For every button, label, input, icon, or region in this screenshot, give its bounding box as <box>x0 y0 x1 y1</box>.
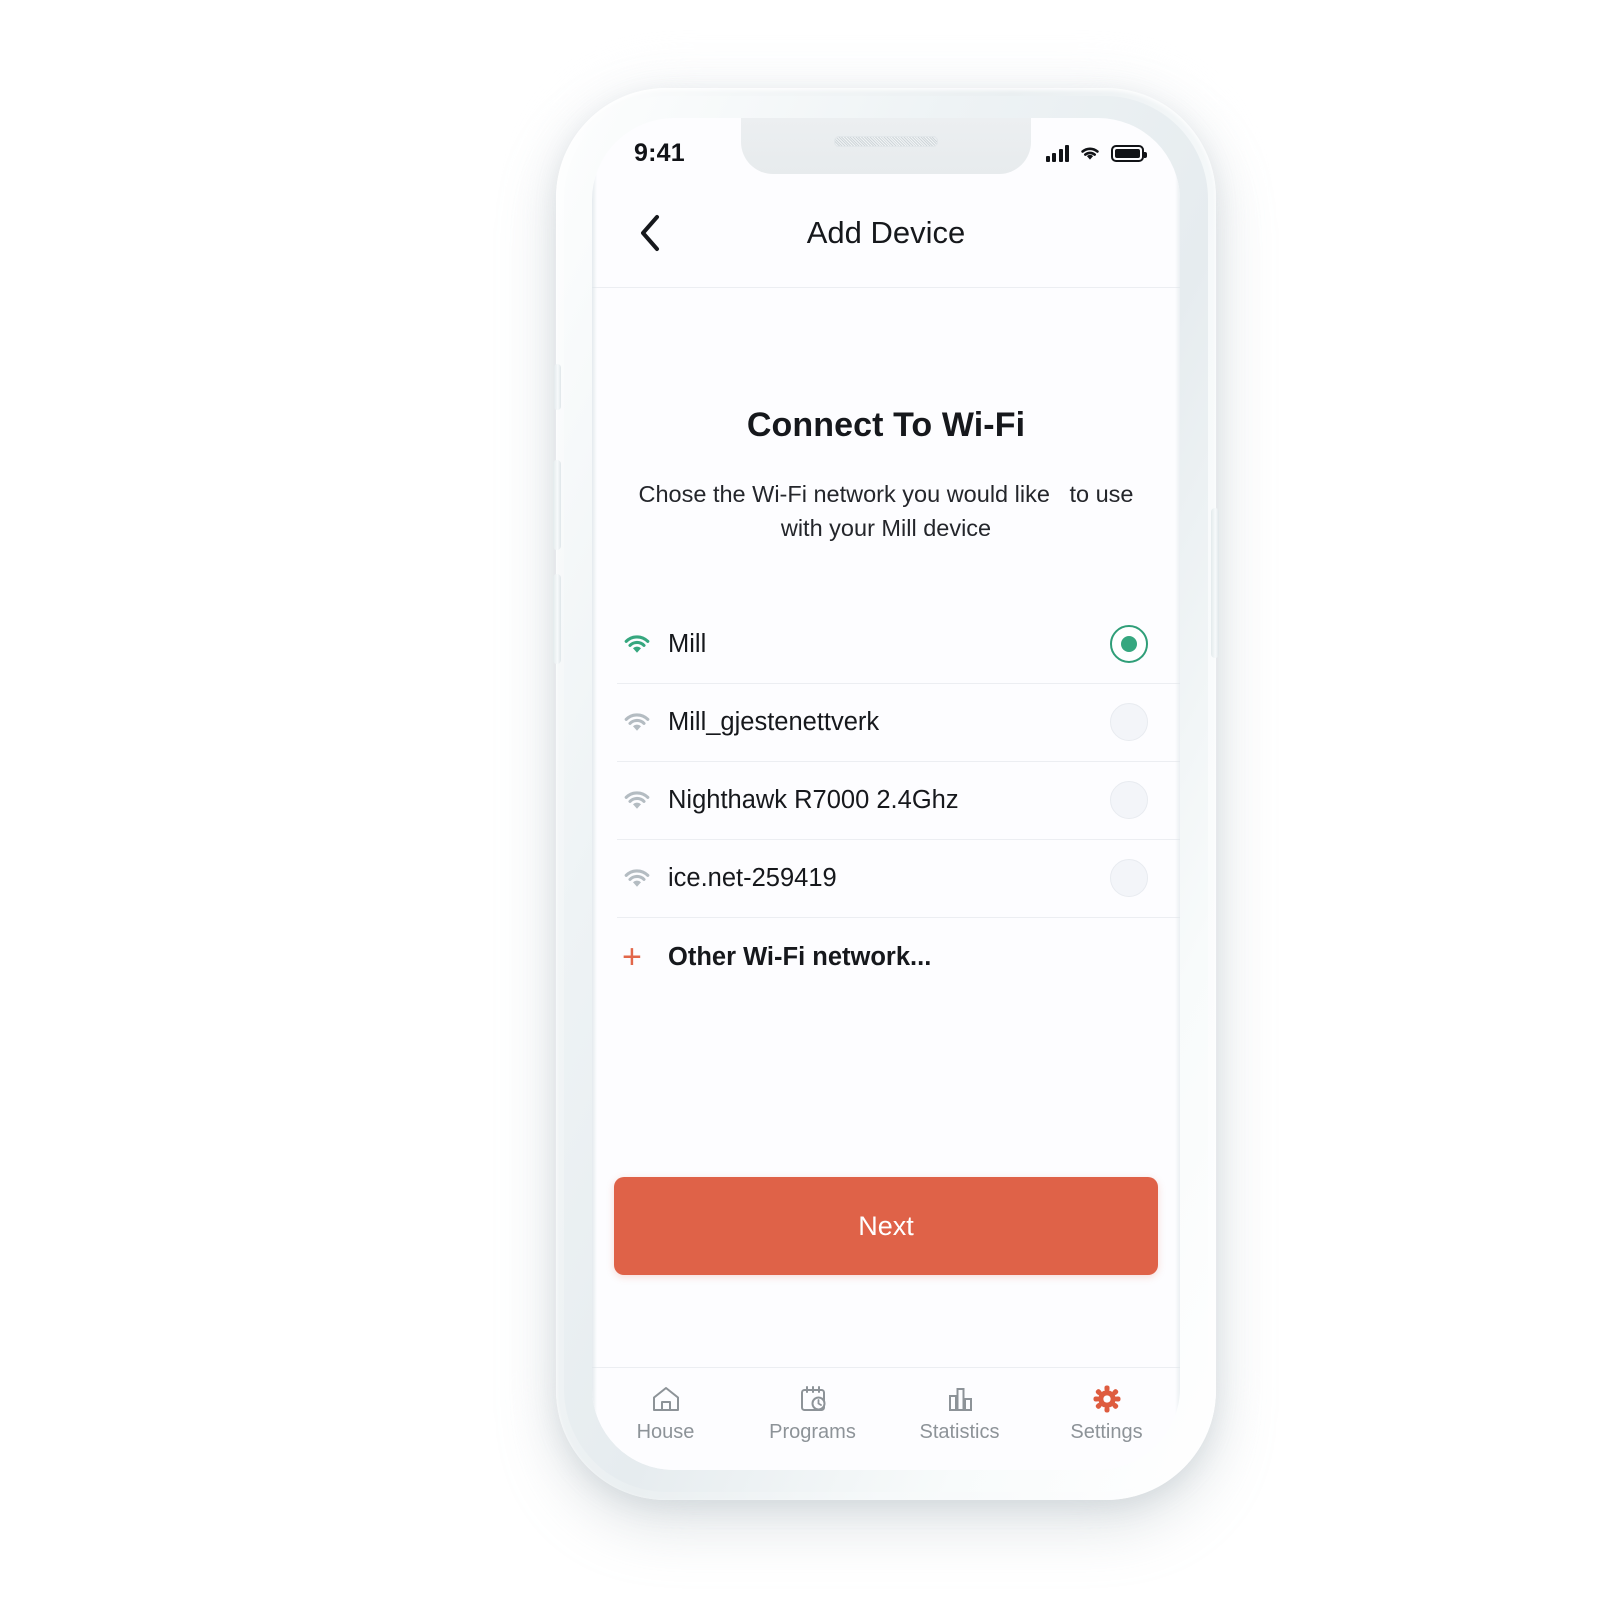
home-icon <box>652 1387 679 1411</box>
connect-subtitle: Chose the Wi-Fi network you would like t… <box>638 481 1141 542</box>
status-indicators <box>1045 144 1147 162</box>
screen-content: Connect To Wi-Fi Chose the Wi-Fi network… <box>592 289 1180 1367</box>
wifi-network-row[interactable]: Mill_gjestenettverk <box>592 683 1180 761</box>
volume-up-button[interactable] <box>553 460 561 550</box>
chevron-left-icon <box>641 214 659 251</box>
tab-programs[interactable]: Programs <box>739 1384 886 1444</box>
wifi-network-row[interactable]: Mill <box>592 605 1180 683</box>
wifi-radio[interactable] <box>1110 703 1148 742</box>
nav-header: Add Device <box>592 178 1180 288</box>
tab-label: Programs <box>769 1421 856 1443</box>
wifi-network-name: Mill_gjestenettverk <box>668 707 880 736</box>
wifi-icon <box>1081 147 1099 160</box>
back-button[interactable] <box>618 214 682 252</box>
tab-settings[interactable]: Settings <box>1033 1384 1180 1444</box>
wifi-network-row[interactable]: Nighthawk R7000 2.4Ghz <box>592 761 1180 839</box>
wifi-icon <box>622 867 664 890</box>
tab-statistics[interactable]: Statistics <box>886 1384 1033 1444</box>
bottom-tab-bar: House Programs Statistics Settings <box>592 1367 1180 1470</box>
phone-screen: 9:41 Add Device Connect To Wi-Fi Chose t… <box>592 118 1180 1470</box>
wifi-icon <box>622 711 664 734</box>
wifi-radio[interactable] <box>1110 859 1148 898</box>
signal-bars-icon <box>1045 144 1069 162</box>
plus-icon: + <box>622 938 642 977</box>
wifi-radio[interactable] <box>1110 781 1148 820</box>
volume-down-button[interactable] <box>553 574 561 664</box>
connect-heading: Connect To Wi-Fi <box>746 406 1026 444</box>
battery-full-icon <box>1111 144 1147 162</box>
next-button[interactable]: Next <box>614 1177 1158 1275</box>
wifi-network-name: Mill <box>668 629 707 658</box>
gear-icon <box>1093 1385 1120 1413</box>
tab-label: Statistics <box>919 1421 1000 1443</box>
wifi-icon <box>622 633 664 656</box>
power-button[interactable] <box>1211 508 1219 658</box>
tab-label: Settings <box>1070 1421 1143 1443</box>
phone-frame: 9:41 Add Device Connect To Wi-Fi Chose t… <box>553 88 1219 1500</box>
wifi-network-name: Nighthawk R7000 2.4Ghz <box>668 785 959 814</box>
status-time: 9:41 <box>634 138 685 167</box>
screenshot-canvas: 9:41 Add Device Connect To Wi-Fi Chose t… <box>0 0 1600 1600</box>
mute-switch-button[interactable] <box>554 364 561 410</box>
wifi-network-name: ice.net-259419 <box>668 863 837 892</box>
tab-house[interactable]: House <box>592 1384 739 1444</box>
tab-label: House <box>636 1421 695 1443</box>
wifi-network-list: Mill Mill_gjestenettverk Nighthawk R7000… <box>592 605 1180 997</box>
wifi-icon <box>622 789 664 812</box>
bar-chart-icon <box>948 1388 972 1411</box>
other-wifi-network-row[interactable]: + Other Wi-Fi network... <box>592 917 1180 997</box>
calendar-clock-icon <box>800 1386 825 1411</box>
wifi-network-row[interactable]: ice.net-259419 <box>592 839 1180 917</box>
status-bar: 9:41 <box>592 118 1180 178</box>
wifi-radio-selected[interactable] <box>1110 625 1148 664</box>
other-wifi-network-label: Other Wi-Fi network... <box>668 942 932 971</box>
